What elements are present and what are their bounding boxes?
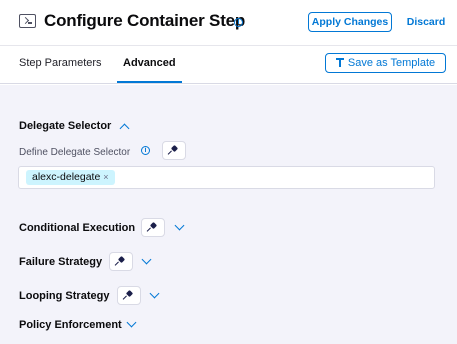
discard-button[interactable]: Discard [404, 12, 448, 32]
pin-icon [118, 257, 126, 267]
pin-icon [171, 146, 179, 156]
delegate-tag: alexc-delegate × [26, 170, 115, 185]
tab-bar: Step Parameters Advanced Save as Templat… [0, 47, 457, 84]
policy-enforcement-heading: Policy Enforcement [19, 319, 122, 331]
save-as-template-button[interactable]: Save as Template [325, 53, 446, 73]
pin-button[interactable] [117, 286, 141, 305]
pin-button[interactable] [162, 141, 186, 160]
pin-button[interactable] [109, 252, 133, 271]
pin-button[interactable] [141, 218, 165, 237]
dialog-header: Configure Container Step i Apply Changes… [0, 0, 457, 46]
looping-strategy-heading: Looping Strategy [19, 290, 110, 302]
save-as-template-label: Save as Template [347, 57, 436, 69]
delegate-selector-heading: Delegate Selector [19, 120, 112, 132]
template-icon [335, 58, 344, 67]
info-icon[interactable]: i [234, 18, 243, 27]
tab-advanced[interactable]: Advanced [123, 57, 176, 69]
apply-changes-button[interactable]: Apply Changes [308, 12, 392, 32]
pin-icon [150, 223, 158, 233]
failure-strategy-heading: Failure Strategy [19, 256, 103, 268]
info-icon[interactable]: i [141, 146, 150, 155]
delegate-selector-input[interactable]: alexc-delegate × [18, 166, 435, 189]
define-delegate-selector-label: Define Delegate Selector [19, 147, 131, 158]
close-icon[interactable]: × [103, 172, 108, 182]
active-tab-indicator [117, 81, 182, 83]
tab-step-parameters[interactable]: Step Parameters [19, 57, 102, 69]
pin-icon [126, 291, 134, 301]
terminal-icon [19, 14, 36, 28]
conditional-execution-heading: Conditional Execution [19, 222, 136, 234]
delegate-tag-label: alexc-delegate [32, 171, 101, 183]
dialog-title: Configure Container Step [44, 11, 246, 30]
